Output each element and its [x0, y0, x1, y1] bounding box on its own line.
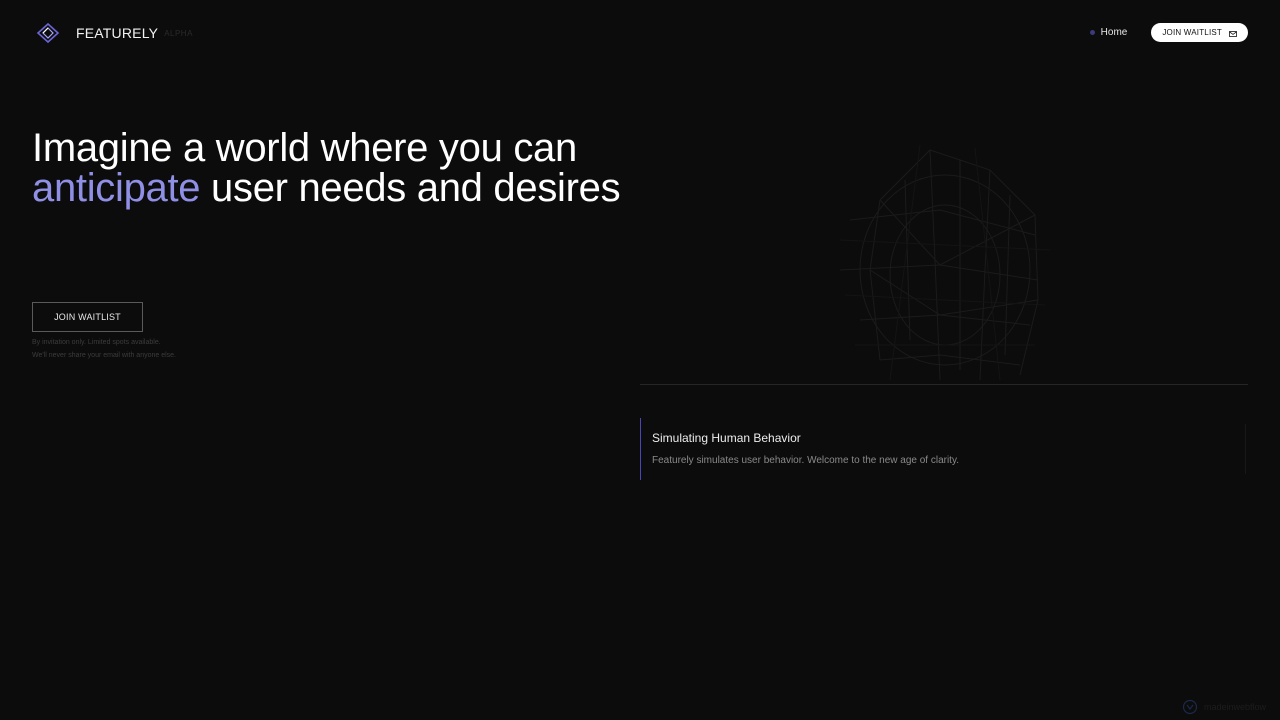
feature-card-edge: [1245, 424, 1246, 474]
wireframe-illustration: [820, 140, 1060, 385]
alpha-badge: ALPHA: [164, 28, 193, 38]
hero-headline-accent: anticipate: [32, 166, 201, 210]
join-waitlist-nav-button[interactable]: JOIN WAITLIST: [1151, 23, 1248, 42]
join-waitlist-button[interactable]: JOIN WAITLIST: [32, 302, 143, 332]
badge-icon: [1182, 699, 1198, 715]
nav-item-home[interactable]: Home: [1089, 27, 1128, 38]
brand-name: FEATURELY: [76, 25, 159, 41]
landing-page: FEATURELY ALPHA Home JOIN WAITLIST Imagi…: [0, 0, 1280, 720]
diamond-logo-icon: [36, 22, 60, 44]
hero-headline-rest: user needs and desires: [200, 166, 621, 210]
feature-title: Simulating Human Behavior: [652, 431, 801, 445]
site-header: FEATURELY ALPHA Home JOIN WAITLIST: [0, 0, 1280, 64]
made-in-badge[interactable]: madeinwebflow: [1182, 699, 1266, 715]
invitation-note: By invitation only. Limited spots availa…: [32, 339, 161, 346]
active-dot-icon: [1089, 30, 1095, 35]
hero-headline: Imagine a world where you can anticipate…: [32, 128, 632, 208]
section-divider: [640, 384, 1248, 385]
privacy-note: We'll never share your email with anyone…: [32, 352, 176, 359]
join-waitlist-nav-label: JOIN WAITLIST: [1162, 28, 1222, 37]
feature-description: Featurely simulates user behavior. Welco…: [652, 455, 959, 466]
mail-icon: [1229, 30, 1237, 37]
top-nav: Home JOIN WAITLIST: [1089, 23, 1248, 42]
hero-headline-line1: Imagine a world where you can: [32, 126, 577, 170]
logo-link[interactable]: FEATURELY ALPHA: [36, 22, 193, 44]
feature-card: Simulating Human Behavior Featurely simu…: [640, 418, 1246, 480]
made-in-label: madeinwebflow: [1203, 702, 1266, 712]
nav-item-home-label: Home: [1100, 27, 1128, 38]
